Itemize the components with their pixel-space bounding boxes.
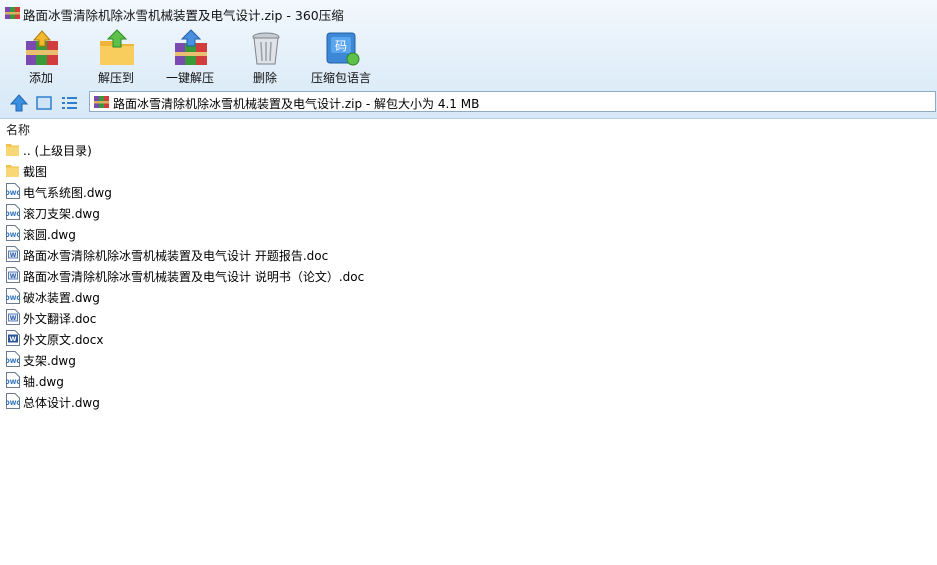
winrar-books-icon: [5, 7, 20, 19]
svg-text:W: W: [10, 273, 17, 280]
extract-to-button[interactable]: 解压到: [76, 26, 156, 88]
file-name: .. (上级目录): [23, 144, 92, 158]
file-name: 轴.dwg: [23, 375, 64, 389]
dwg-file-icon: DWG: [6, 183, 20, 199]
delete-button[interactable]: 删除: [225, 26, 305, 88]
extract-to-label: 解压到: [97, 71, 134, 85]
list-view-icon[interactable]: [59, 93, 79, 113]
up-arrow-icon[interactable]: [9, 93, 29, 113]
navigation-bar: 路面冰雪清除机除冰雪机械装置及电气设计.zip - 解包大小为 4.1 MB: [0, 90, 937, 116]
svg-text:DWG: DWG: [6, 211, 20, 218]
one-click-extract-button[interactable]: 一键解压: [150, 26, 230, 88]
file-row[interactable]: W 路面冰雪清除机除冰雪机械装置及电气设计 说明书（论文）.doc: [0, 265, 600, 286]
dwg-file-icon: DWG: [6, 225, 20, 241]
file-name: 外文翻译.doc: [23, 312, 97, 326]
folder-icon: [6, 144, 19, 156]
folder-row[interactable]: 截图: [0, 160, 600, 181]
word-document-icon: W: [6, 246, 20, 262]
file-row[interactable]: DWG 滚刀支架.dwg: [0, 202, 600, 223]
folder-row[interactable]: .. (上级目录): [0, 139, 600, 160]
file-row[interactable]: DWG 轴.dwg: [0, 370, 600, 391]
word-document-icon: W: [6, 330, 20, 346]
file-name: 滚圆.dwg: [23, 228, 76, 242]
folder-icon: [6, 165, 19, 177]
one-click-extract-label: 一键解压: [165, 71, 214, 85]
dwg-file-icon: DWG: [6, 204, 20, 220]
file-name: 电气系统图.dwg: [23, 186, 112, 200]
trash-can-icon: [252, 32, 280, 65]
dwg-file-icon: DWG: [6, 372, 20, 388]
svg-text:DWG: DWG: [6, 358, 20, 365]
dwg-file-icon: DWG: [6, 393, 20, 409]
file-row[interactable]: DWG 支架.dwg: [0, 349, 600, 370]
add-button[interactable]: 添加: [1, 26, 81, 88]
file-row[interactable]: DWG 破冰装置.dwg: [0, 286, 600, 307]
file-name: 滚刀支架.dwg: [23, 207, 100, 221]
word-document-icon: W: [6, 309, 20, 325]
svg-text:DWG: DWG: [6, 400, 20, 407]
file-name: 总体设计.dwg: [23, 396, 100, 410]
file-row[interactable]: W 外文原文.docx: [0, 328, 600, 349]
extract-to-icon: [100, 29, 134, 65]
delete-label: 删除: [252, 71, 277, 85]
title-bar: 路面冰雪清除机除冰雪机械装置及电气设计.zip - 360压缩: [0, 0, 937, 26]
file-name: 破冰装置.dwg: [23, 291, 100, 305]
svg-text:码: 码: [335, 39, 347, 53]
add-archive-icon: [26, 30, 58, 65]
thumbnail-view-icon[interactable]: [34, 93, 54, 113]
file-row[interactable]: W 路面冰雪清除机除冰雪机械装置及电气设计 开题报告.doc: [0, 244, 600, 265]
list-header: 名称: [0, 119, 937, 138]
address-text: 路面冰雪清除机除冰雪机械装置及电气设计.zip - 解包大小为 4.1 MB: [113, 97, 480, 111]
window-title: 路面冰雪清除机除冰雪机械装置及电气设计.zip - 360压缩: [23, 8, 344, 23]
archive-language-label: 压缩包语言: [310, 71, 371, 85]
svg-text:W: W: [10, 315, 17, 322]
file-name: 外文原文.docx: [23, 333, 104, 347]
file-row[interactable]: DWG 总体设计.dwg: [0, 391, 600, 412]
svg-text:DWG: DWG: [6, 232, 20, 239]
dwg-file-icon: DWG: [6, 351, 20, 367]
word-document-icon: W: [6, 267, 20, 283]
add-label: 添加: [28, 71, 53, 85]
svg-text:DWG: DWG: [6, 295, 20, 302]
archive-language-icon: 码: [326, 32, 360, 66]
file-name: 路面冰雪清除机除冰雪机械装置及电气设计 开题报告.doc: [23, 249, 329, 263]
svg-text:DWG: DWG: [6, 379, 20, 386]
address-bar[interactable]: 路面冰雪清除机除冰雪机械装置及电气设计.zip - 解包大小为 4.1 MB: [89, 91, 936, 112]
file-name: 路面冰雪清除机除冰雪机械装置及电气设计 说明书（论文）.doc: [23, 270, 365, 284]
file-name: 支架.dwg: [23, 354, 76, 368]
dwg-file-icon: DWG: [6, 288, 20, 304]
svg-text:DWG: DWG: [6, 190, 20, 197]
column-header-name[interactable]: 名称: [6, 121, 30, 138]
file-row[interactable]: DWG 滚圆.dwg: [0, 223, 600, 244]
archive-icon: [94, 96, 109, 108]
file-row[interactable]: DWG 电气系统图.dwg: [0, 181, 600, 202]
one-click-extract-icon: [175, 29, 207, 65]
top-chrome: 路面冰雪清除机除冰雪机械装置及电气设计.zip - 360压缩 添加 解压到 一…: [0, 0, 937, 119]
toolbar: 添加 解压到 一键解压 删除 码 压缩包语言: [0, 26, 937, 88]
file-name: 截图: [23, 165, 48, 179]
svg-text:W: W: [9, 335, 16, 343]
svg-text:W: W: [10, 252, 17, 259]
archive-language-button[interactable]: 码 压缩包语言: [301, 26, 381, 88]
file-row[interactable]: W 外文翻译.doc: [0, 307, 600, 328]
